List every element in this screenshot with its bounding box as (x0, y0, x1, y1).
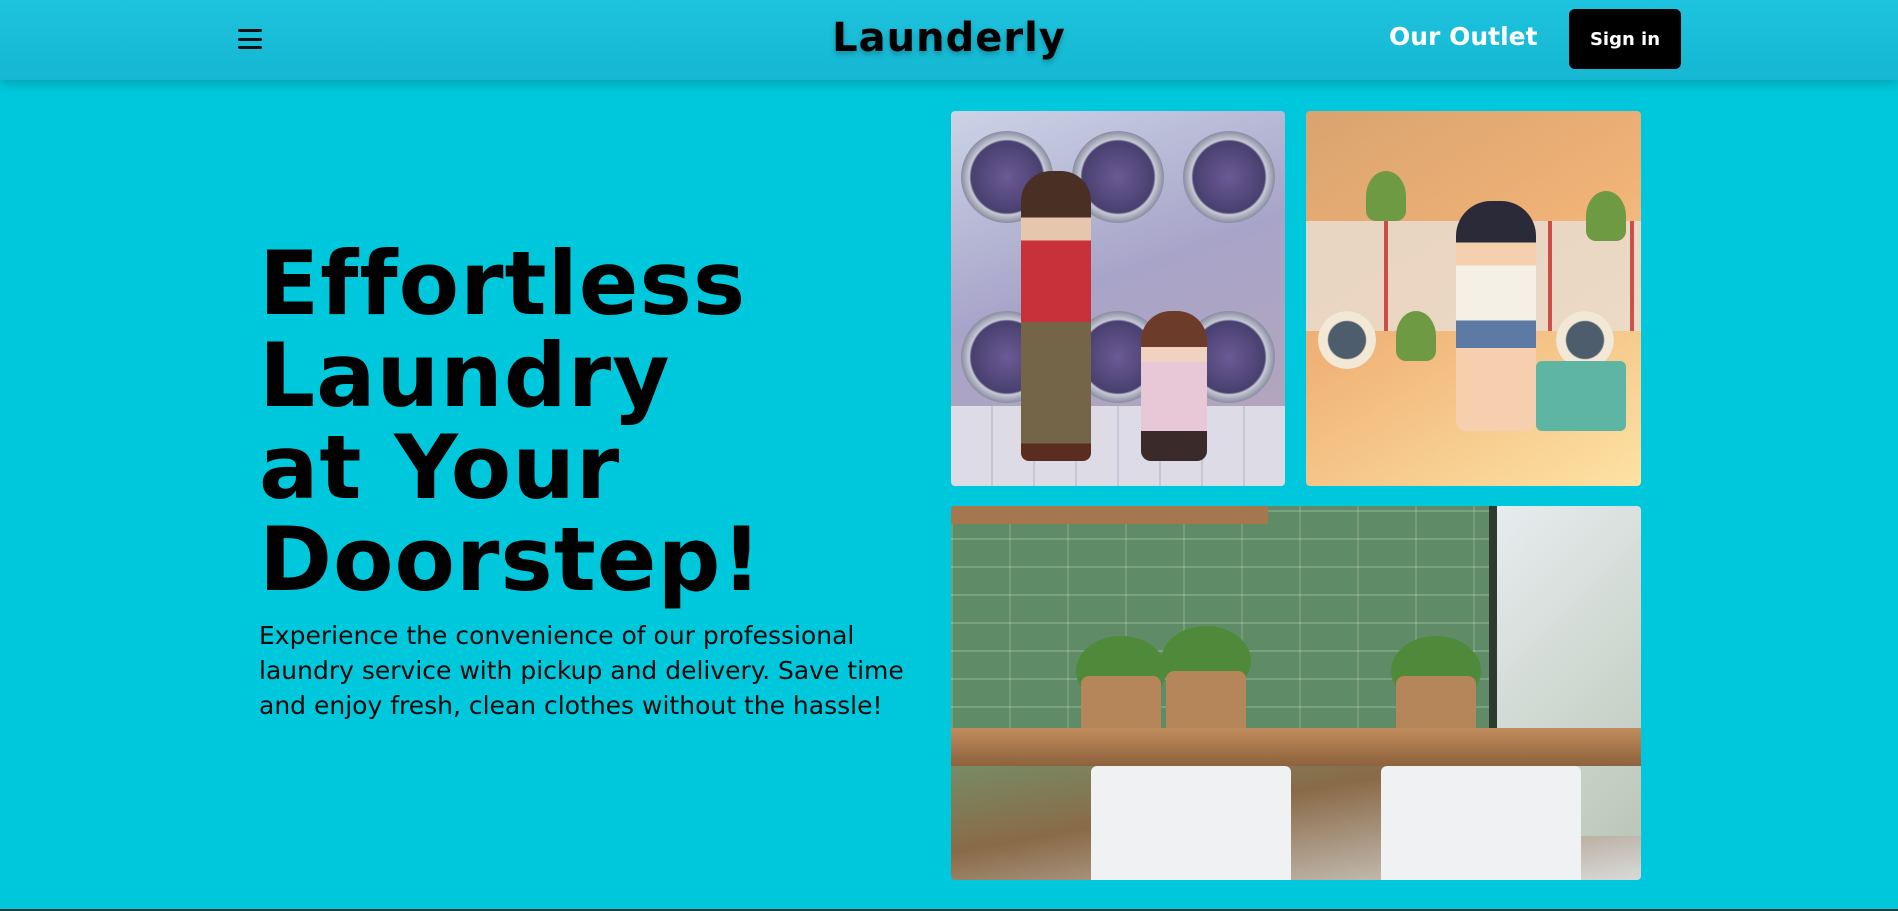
plant (1396, 311, 1436, 361)
washing-machine (1091, 766, 1291, 880)
wooden-shelf (951, 506, 1269, 524)
laundry-room-photo-image (951, 506, 1641, 880)
sign-in-button[interactable]: Sign in (1569, 9, 1681, 69)
our-outlet-link[interactable]: Our Outlet (1389, 22, 1538, 51)
hero-title-line-3: at Your (259, 416, 621, 519)
menu-line (238, 37, 262, 41)
washer-row (951, 291, 1285, 411)
hero-description: Experience the convenience of our profes… (259, 621, 904, 720)
cozy-laundromat-illustration-image (1306, 111, 1641, 486)
top-navbar: Launderly Our Outlet Sign in (0, 0, 1898, 80)
hamburger-menu-icon[interactable] (236, 27, 264, 51)
menu-line (238, 46, 262, 49)
washer-door (1318, 311, 1376, 369)
tiled-floor (951, 406, 1285, 486)
page: Launderly Our Outlet Sign in Effortless … (0, 0, 1898, 911)
laundromat-illustration-image (951, 111, 1285, 486)
plant (1586, 191, 1626, 241)
hero-title-line-4: Doorstep! (259, 508, 763, 611)
menu-line (238, 29, 262, 32)
crouching-figure (1141, 311, 1207, 461)
hero-title-line-2: Laundry (259, 324, 671, 427)
hero-title: Effortless Laundry at Your Doorstep! (259, 238, 899, 606)
washer-row (951, 111, 1285, 231)
wooden-countertop (951, 728, 1641, 766)
standing-figure (1021, 171, 1091, 461)
washer-door (1183, 131, 1276, 223)
laundry-basket (1536, 361, 1626, 431)
sitting-girl-figure (1456, 201, 1536, 431)
hero-title-line-1: Effortless (259, 232, 747, 335)
washing-machine (1381, 766, 1581, 880)
plant (1366, 171, 1406, 221)
